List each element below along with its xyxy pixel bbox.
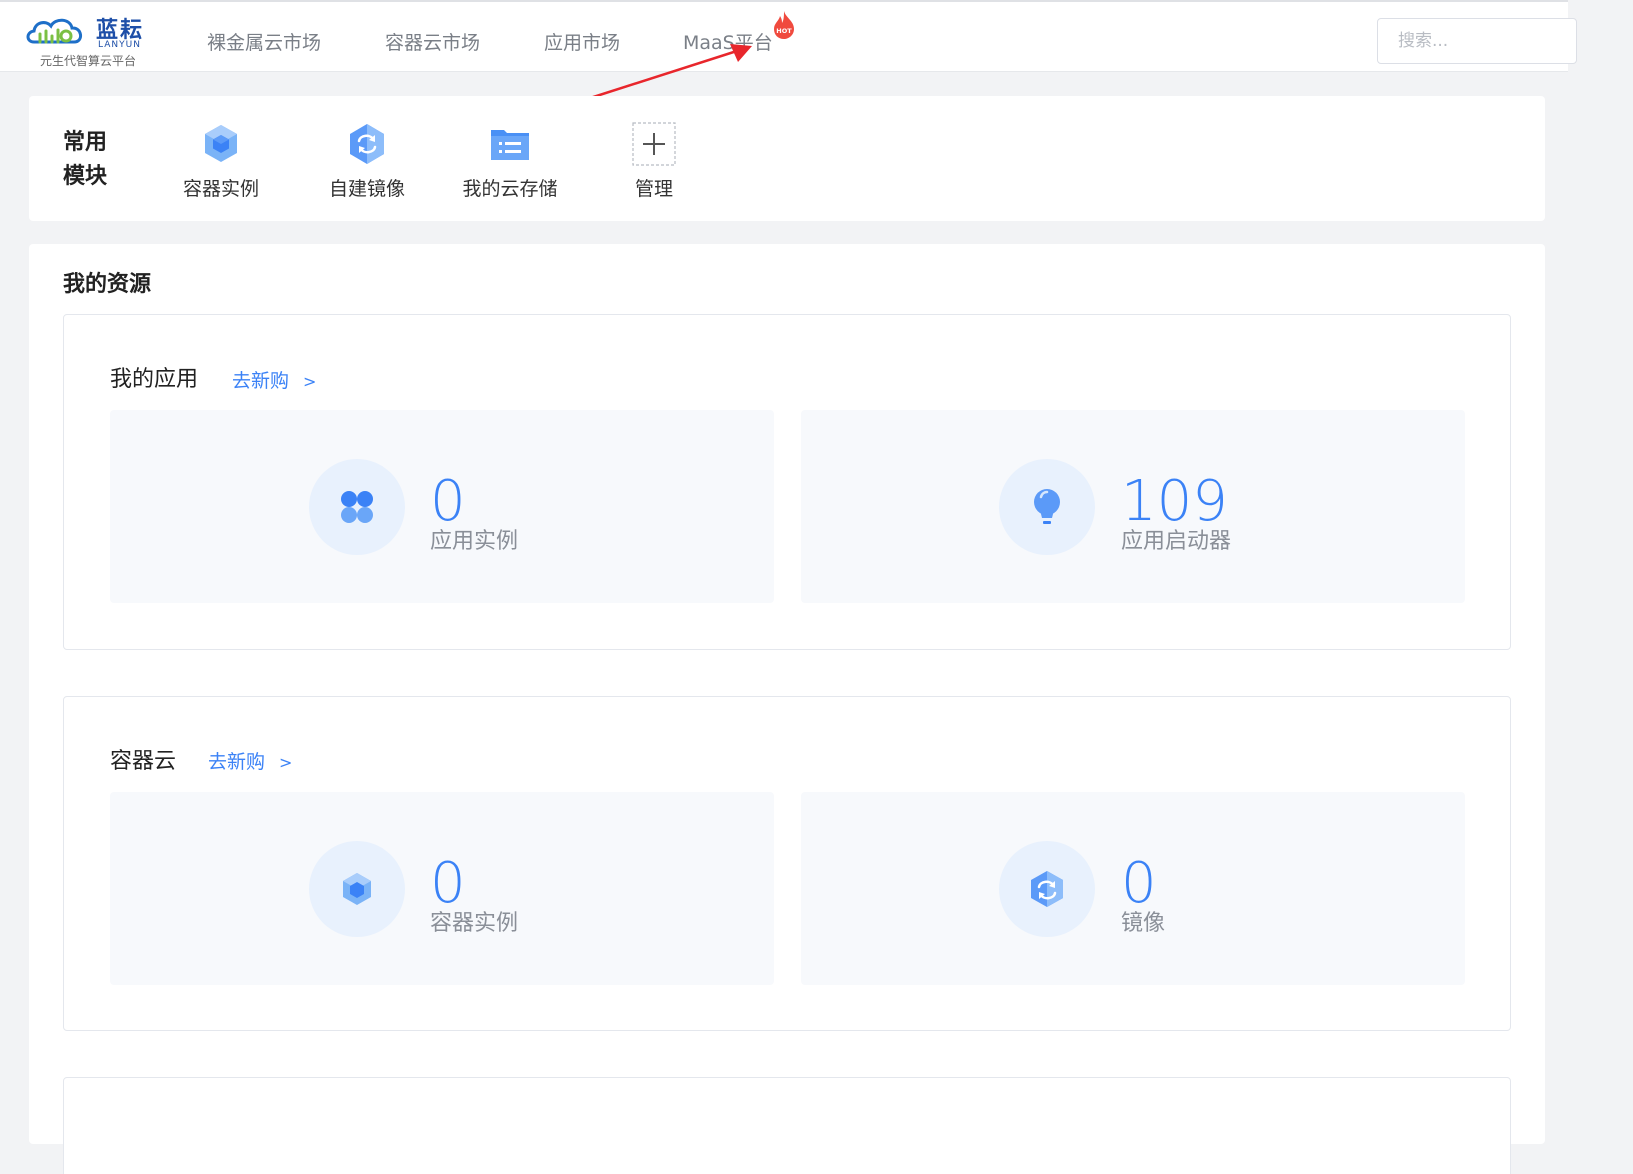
stat-label: 应用实例 bbox=[430, 529, 519, 554]
hot-badge: HOT bbox=[771, 10, 797, 40]
chevron-right-icon: > bbox=[303, 372, 317, 391]
section-next-partial bbox=[63, 1077, 1511, 1174]
buy-new-link[interactable]: 去新购 > bbox=[232, 366, 316, 393]
stat-value: 0 bbox=[1121, 851, 1157, 916]
lightbulb-icon bbox=[1034, 489, 1060, 524]
nav-container-market[interactable]: 容器云市场 bbox=[385, 28, 480, 55]
stat-icon-circle bbox=[999, 459, 1095, 555]
module-manage[interactable]: 管理 bbox=[625, 122, 683, 202]
flame-icon: HOT bbox=[774, 11, 794, 39]
stat-label: 镜像 bbox=[1121, 911, 1166, 936]
my-resources-title: 我的资源 bbox=[63, 272, 152, 297]
cloud-logo-icon bbox=[26, 18, 82, 44]
brand-name-en: LANYUN bbox=[98, 40, 141, 50]
stat-app-launchers[interactable]: 109 应用启动器 bbox=[801, 410, 1465, 603]
chevron-right-icon: > bbox=[279, 753, 293, 772]
common-modules-card: 常用模块 容器实例 自建镜像 我的云存储 管理 bbox=[29, 96, 1545, 221]
common-modules-title: 常用模块 bbox=[63, 130, 108, 189]
module-label: 我的云存储 bbox=[462, 178, 558, 200]
nav-bare-metal-market[interactable]: 裸金属云市场 bbox=[207, 28, 321, 55]
module-label: 容器实例 bbox=[182, 178, 259, 200]
hot-badge-text: HOT bbox=[776, 27, 792, 35]
brand-logo[interactable]: 蓝耘 LANYUN 元生代智算云平台 bbox=[24, 8, 154, 68]
search-input[interactable] bbox=[1377, 18, 1577, 64]
module-label: 自建镜像 bbox=[328, 178, 405, 200]
module-container-instance[interactable]: 容器实例 bbox=[175, 122, 267, 202]
image-sync-icon bbox=[350, 124, 384, 164]
clover-icon bbox=[341, 491, 373, 523]
plus-icon bbox=[632, 122, 676, 166]
stat-icon-circle bbox=[309, 459, 405, 555]
stat-container-instances[interactable]: 0 容器实例 bbox=[110, 792, 774, 985]
stat-label: 应用启动器 bbox=[1121, 529, 1232, 554]
brand-tagline: 元生代智算云平台 bbox=[39, 54, 136, 68]
module-label: 管理 bbox=[634, 178, 673, 200]
buy-new-label: 去新购 bbox=[208, 751, 266, 773]
section-title: 容器云 bbox=[110, 749, 177, 774]
stat-value: 0 bbox=[430, 851, 466, 916]
section-my-apps: 我的应用 去新购 > 0 应用实例 109 应用启动器 bbox=[63, 314, 1511, 650]
folder-list-icon bbox=[491, 130, 529, 160]
section-container-cloud: 容器云 去新购 > 0 容器实例 0 镜像 bbox=[63, 696, 1511, 1031]
my-resources-card: 我的资源 我的应用 去新购 > 0 应用实例 109 应用启动器 容器云 去新购… bbox=[29, 244, 1545, 1174]
section-title: 我的应用 bbox=[110, 367, 199, 392]
buy-new-label: 去新购 bbox=[232, 370, 290, 392]
stat-images[interactable]: 0 镜像 bbox=[801, 792, 1465, 985]
stat-value: 0 bbox=[430, 469, 466, 534]
buy-new-link[interactable]: 去新购 > bbox=[208, 747, 292, 774]
module-cloud-storage[interactable]: 我的云存储 bbox=[457, 122, 563, 202]
top-header: 蓝耘 LANYUN 元生代智算云平台 裸金属云市场 容器云市场 应用市场 Maa… bbox=[0, 0, 1577, 72]
stat-value: 109 bbox=[1121, 469, 1228, 534]
module-custom-image[interactable]: 自建镜像 bbox=[321, 122, 413, 202]
image-sync-icon bbox=[1031, 871, 1063, 907]
stat-icon-circle bbox=[999, 841, 1095, 937]
stat-label: 容器实例 bbox=[430, 911, 519, 936]
container-cube-icon bbox=[343, 873, 371, 905]
stat-icon-circle bbox=[309, 841, 405, 937]
stat-app-instances[interactable]: 0 应用实例 bbox=[110, 410, 774, 603]
container-cube-icon bbox=[205, 125, 237, 162]
